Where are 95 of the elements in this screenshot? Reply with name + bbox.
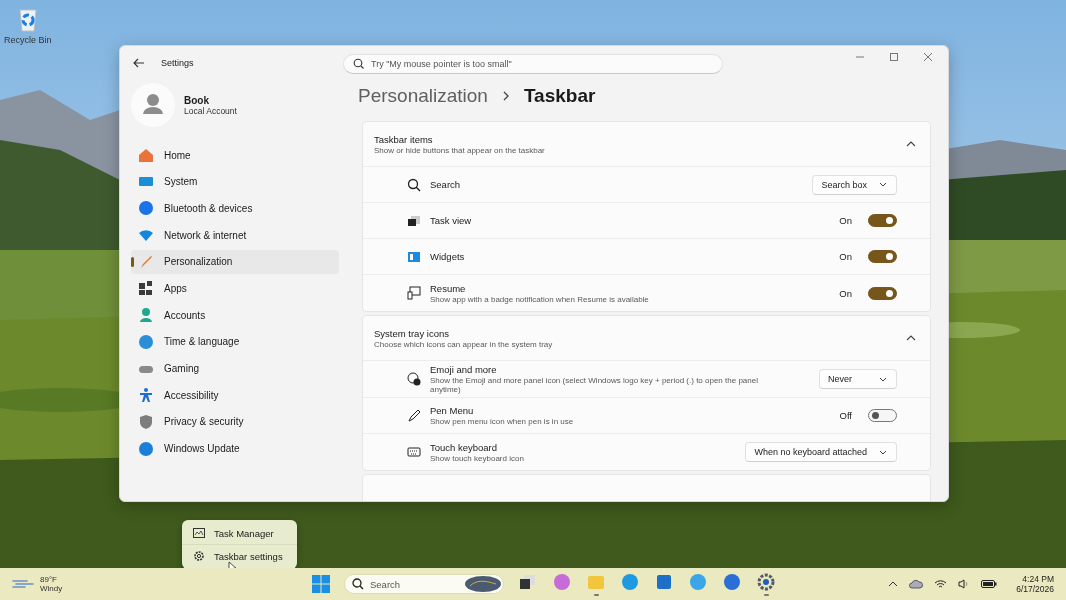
nav-item[interactable]: System [131,169,339,194]
setting-label: Task view [430,215,473,226]
account-name: Book [184,94,210,106]
close-icon[interactable] [923,52,933,62]
nav-item-icon [138,147,154,163]
settings-icon [193,550,205,562]
page-title: Taskbar [523,85,596,107]
app-icon [757,572,775,591]
weather-temperature[interactable]: 89°F [40,575,63,584]
nav-item[interactable]: Windows Update [131,436,339,461]
search-icon [353,58,364,69]
section-subtitle: Show or hide buttons that appear on the taskbar [374,145,545,155]
setting-icon [407,445,421,459]
nav-item-icon [138,387,154,404]
search-icon [352,578,364,590]
app-icon [689,572,707,591]
nav-item[interactable]: Time & language [131,329,339,354]
wifi-icon[interactable] [934,579,948,589]
battery-icon[interactable] [981,580,998,588]
nav-item-icon [138,413,154,430]
toggle-switch[interactable] [868,286,897,300]
app-icon [519,572,537,591]
setting-icon [407,249,421,264]
breadcrumb-parent[interactable]: Personalization [358,85,488,107]
app-icon [621,572,639,591]
nav-item[interactable]: Personalization [131,249,339,274]
search-highlight-icon [464,575,502,593]
nav-item[interactable]: Home [131,143,339,167]
back-arrow-icon[interactable] [133,58,145,68]
weather-condition[interactable]: Windy [40,584,63,593]
section-title: System tray icons [374,327,450,339]
setting-description: Show app with a badge notification when Resume is available [430,294,650,304]
clock[interactable]: 4:24 PM 6/17/2026 [1016,574,1054,594]
dropdown[interactable]: Never [819,369,897,389]
maximize-icon[interactable] [889,52,899,62]
nav-item[interactable]: Accounts [131,303,339,328]
section-title: Taskbar items [374,133,434,145]
setting-label: Pen Menu [430,405,475,416]
setting-label: Widgets [430,251,466,262]
start-icon[interactable] [312,575,330,593]
app-icon [553,572,571,591]
toggle-switch[interactable] [868,250,897,263]
setting-label: Emoji and more [430,364,498,375]
section-subtitle: Choose which icons can appear in the system tray [374,339,553,349]
toggle-state: Off [839,410,852,421]
dropdown[interactable]: When no keyboard attached [745,442,897,462]
nav-item-icon [138,307,154,324]
setting-label: Resume [430,282,467,294]
account-type: Local Account [184,105,237,116]
section-header[interactable]: System tray icons Choose which icons can appear in the system tray [363,316,930,361]
setting-description: Show pen menu icon when pen is in use [430,417,575,426]
toggle-switch[interactable] [868,214,897,227]
setting-icon [407,177,421,192]
nav-item-icon [138,440,154,457]
nav-item-icon [138,253,154,270]
app-icon [655,572,673,591]
nav-item[interactable]: Network & internet [131,223,339,248]
nav-item-icon [138,200,154,217]
setting-icon [407,286,421,300]
setting-description: Show touch keyboard icon [430,453,525,463]
toggle-switch[interactable] [868,409,897,422]
setting-label: Touch keyboard [430,441,499,453]
toggle-state: On [839,215,852,226]
chevron-icon[interactable] [906,335,916,341]
chevron-down-icon [879,376,887,382]
nav-item[interactable]: Privacy & security [131,409,339,434]
desktop-icon-label[interactable]: Recycle Bin [4,35,52,45]
taskbar-app[interactable] [756,571,776,597]
app-icon [723,572,741,591]
nav-item[interactable]: Bluetooth & devices [131,196,339,221]
window-title: Settings [161,58,194,68]
nav-item[interactable]: Gaming [131,356,339,381]
chevron-down-icon [879,449,887,455]
search-field[interactable]: Try "My mouse pointer is too small" [343,53,723,74]
setting-icon [407,213,421,228]
dropdown[interactable]: Search box [812,174,897,195]
nav-item[interactable]: Apps [131,276,339,301]
setting-description: Show the Emoji and more panel icon (select Windows logo key + period (.) to open the panel anytime) [430,376,759,394]
nav-item-icon [138,333,154,350]
chevron-up-icon[interactable] [888,581,899,587]
section-header[interactable]: Taskbar items Show or hide buttons that appear on the taskbar [363,122,930,167]
toggle-state: On [839,251,852,262]
setting-icon [407,372,421,386]
setting-label: Search [430,179,462,190]
chevron-down-icon [879,182,887,187]
avatar-icon [131,83,175,127]
toggle-state: On [839,287,852,299]
chevron-right-icon [501,90,510,102]
setting-icon [407,408,421,423]
nav-item-icon [138,280,154,297]
cloud-icon[interactable] [909,579,924,589]
monitor-icon [193,528,205,538]
menu-item[interactable]: Task Manager [182,522,297,544]
nav-item[interactable]: Accessibility [131,383,339,408]
chevron-icon[interactable] [906,141,916,147]
